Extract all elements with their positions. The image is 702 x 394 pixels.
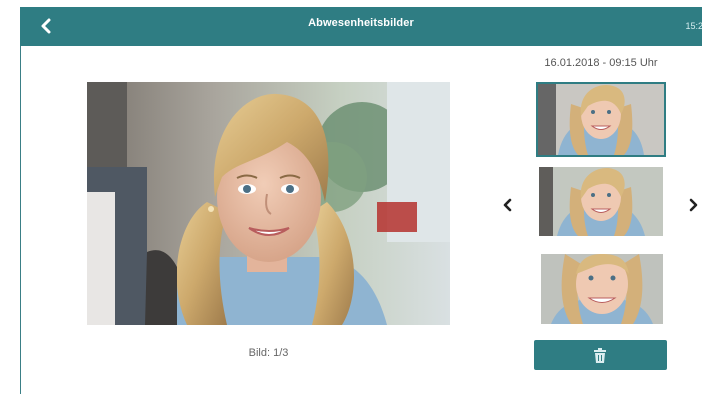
trash-icon — [594, 348, 606, 363]
page-title: Abwesenheitsbilder — [308, 17, 414, 29]
chevron-right-icon — [689, 198, 698, 212]
thumbnail[interactable] — [539, 167, 663, 236]
clock-time: 15:23 — [685, 21, 702, 31]
image-timestamp: 16.01.2018 - 09:15 Uhr — [544, 57, 658, 69]
delete-button[interactable] — [534, 340, 667, 370]
image-counter: Bild: 1/3 — [248, 347, 289, 359]
thumbnail-selected[interactable] — [536, 82, 666, 157]
chevron-left-icon — [503, 198, 512, 212]
app-header: Abwesenheitsbilder 15:23 — [20, 7, 702, 46]
main-photo — [87, 82, 450, 325]
thumbnail[interactable] — [541, 254, 663, 324]
next-button[interactable] — [686, 198, 700, 212]
previous-button[interactable] — [501, 198, 515, 212]
left-border-line — [20, 46, 21, 394]
